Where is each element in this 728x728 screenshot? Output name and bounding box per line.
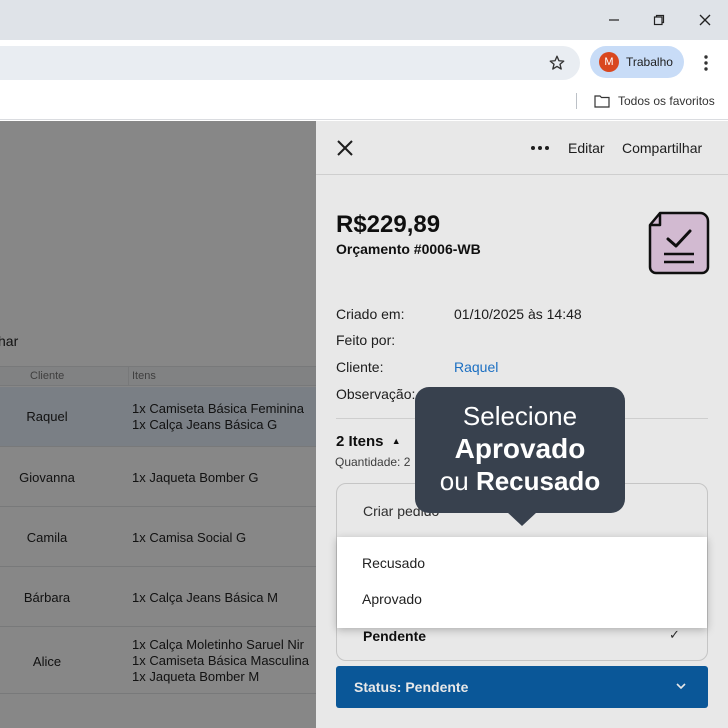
window-titlebar	[0, 0, 728, 40]
callout-line-1: Selecione	[462, 401, 578, 431]
status-option-refused[interactable]: Recusado	[362, 555, 425, 571]
callout-pointer	[507, 512, 537, 526]
callout-line-2: Aprovado	[454, 433, 586, 464]
bookmarks-divider	[576, 93, 577, 109]
profile-button[interactable]: M Trabalho	[590, 46, 684, 78]
callout-emphasis: Recusado	[475, 466, 601, 496]
folder-icon	[594, 95, 610, 108]
address-bar[interactable]	[0, 46, 580, 80]
status-dropdown-menu: Recusado Aprovado	[337, 537, 707, 628]
instruction-callout: Selecione Aprovado ou Recusado	[415, 387, 625, 513]
profile-name: Trabalho	[626, 55, 673, 69]
modal-backdrop[interactable]	[0, 121, 316, 728]
restore-icon[interactable]	[645, 8, 673, 32]
window-close-icon[interactable]	[691, 8, 719, 32]
callout-prefix: ou	[439, 466, 469, 496]
avatar: M	[599, 52, 619, 72]
browser-menu-icon[interactable]	[696, 50, 716, 76]
status-option-approved[interactable]: Aprovado	[362, 591, 422, 607]
minimize-icon[interactable]	[600, 8, 628, 32]
all-bookmarks-folder[interactable]: Todos os favoritos	[594, 92, 715, 110]
bookmark-folder-label: Todos os favoritos	[618, 94, 715, 108]
callout-line-3: ou Recusado	[415, 466, 625, 497]
bookmark-star-icon[interactable]	[545, 52, 569, 74]
